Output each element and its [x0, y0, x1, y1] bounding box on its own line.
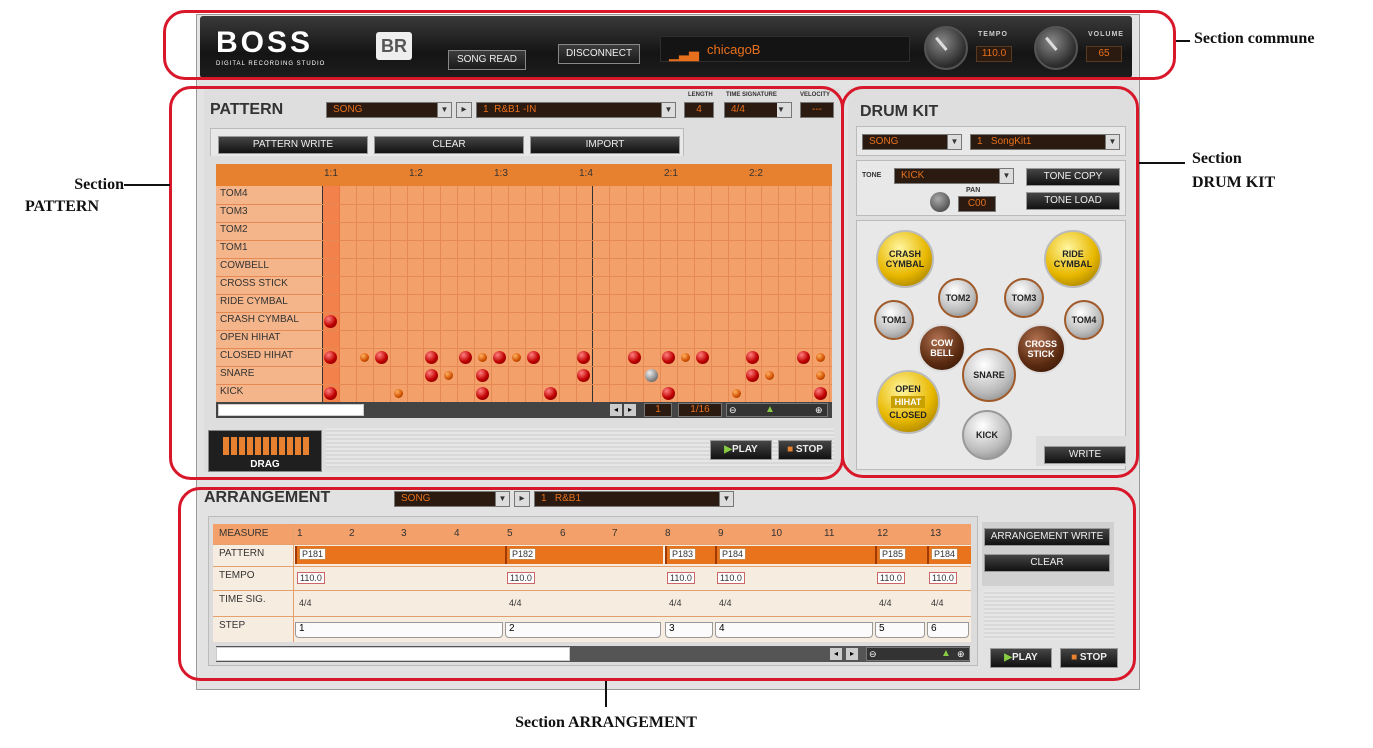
- annotation-common: Section commune: [1194, 30, 1315, 47]
- annotation-arrangement: Section ARRANGEMENT: [515, 714, 697, 731]
- annotation-common-outline: [163, 10, 1176, 80]
- annotation-line-drumkit: [1139, 162, 1185, 164]
- annotation-pattern-outline: [169, 86, 844, 480]
- annotation-drumkit-2: DRUM KIT: [1192, 174, 1276, 191]
- annotation-line-pattern: [124, 184, 170, 186]
- annotation-line-arrangement: [605, 681, 607, 707]
- annotation-line-common: [1176, 40, 1190, 42]
- annotation-pattern-2: PATTERN: [24, 198, 100, 215]
- annotation-drumkit-1: Section: [1192, 150, 1242, 167]
- annotation-arrangement-outline: [178, 487, 1136, 681]
- annotation-pattern-1: Section: [74, 176, 124, 193]
- annotation-drumkit-outline: [841, 86, 1139, 478]
